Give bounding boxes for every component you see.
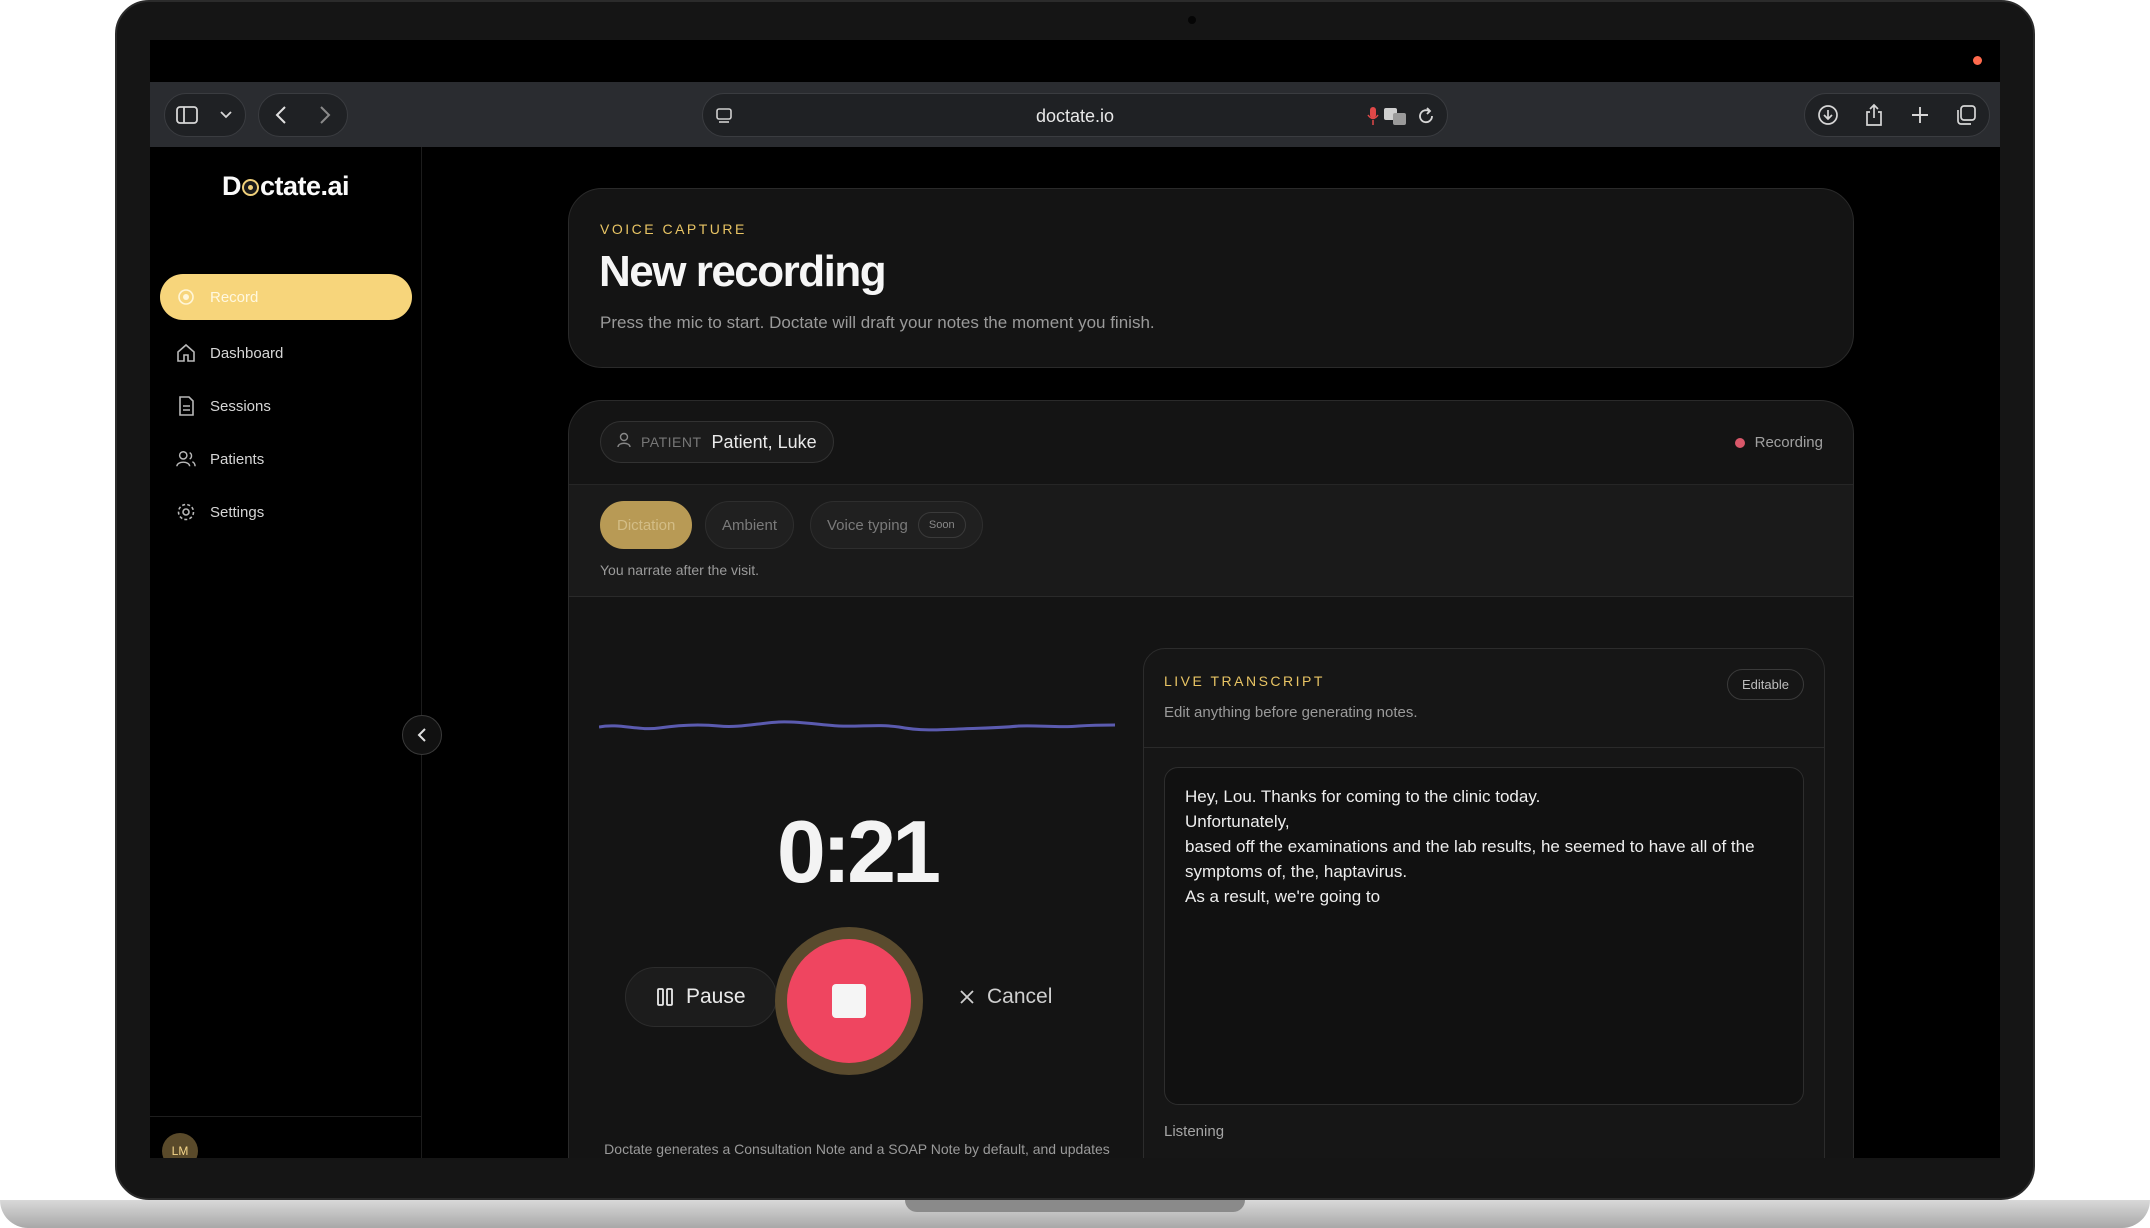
- status-label: Recording: [1754, 434, 1823, 451]
- mode-hint: You narrate after the visit.: [600, 562, 760, 578]
- sidebar-item-dashboard[interactable]: Dashboard: [160, 330, 412, 376]
- live-transcript-panel: LIVE TRANSCRIPT Edit anything before gen…: [1143, 648, 1825, 1158]
- sidebar-item-label: Settings: [210, 503, 265, 521]
- record-icon: [176, 287, 196, 307]
- sidebar-item-sessions[interactable]: Sessions: [160, 383, 412, 429]
- mode-dictation[interactable]: Dictation: [600, 501, 693, 549]
- cancel-button[interactable]: Cancel: [955, 967, 1056, 1027]
- back-icon[interactable]: [259, 93, 303, 137]
- transcript-line: symptoms of, the, haptavirus.: [1185, 862, 1408, 881]
- recorder-footnote: Doctate generates a Consultation Note an…: [604, 1141, 1110, 1157]
- patient-name: Patient, Luke: [711, 431, 817, 452]
- patient-selector[interactable]: PATIENT Patient, Luke: [600, 421, 834, 463]
- pause-label: Pause: [686, 985, 746, 1008]
- forward-icon[interactable]: [303, 93, 347, 137]
- mode-label: Ambient: [722, 516, 778, 534]
- recording-indicator-dot: [1973, 56, 1982, 65]
- logo-suffix: ctate.ai: [260, 171, 350, 201]
- divider: [1144, 747, 1824, 748]
- chevron-left-icon: [417, 728, 426, 742]
- sidebar-item-record[interactable]: Record: [160, 274, 412, 320]
- editable-badge: Editable: [1727, 669, 1804, 700]
- mode-label: Voice typing: [827, 516, 908, 534]
- stop-button[interactable]: [787, 939, 911, 1063]
- voice-capture-header: VOICE CAPTURE New recording Press the mi…: [568, 188, 1854, 368]
- mode-selector: Dictation Ambient Voice typing Soon You …: [569, 485, 1853, 597]
- avatar[interactable]: LM: [162, 1133, 198, 1158]
- logo-dot-icon: [242, 179, 259, 196]
- recorder-card: PATIENT Patient, Luke Recording Dictatio…: [568, 400, 1854, 1158]
- laptop-notch: [905, 1200, 1245, 1212]
- chevron-down-icon[interactable]: [209, 93, 243, 137]
- cancel-label: Cancel: [987, 985, 1053, 1008]
- menu-strip: [150, 40, 2000, 82]
- new-tab-icon[interactable]: [1898, 93, 1942, 137]
- transcript-status: Listening: [1164, 1123, 1225, 1140]
- screen: doctate.io D ctate.ai Record Dashboard S…: [150, 40, 2000, 1158]
- reload-icon[interactable]: [1417, 106, 1435, 131]
- sidebar-item-label: Record: [210, 288, 259, 306]
- sidebar-footer: LM: [150, 1116, 421, 1158]
- logo-prefix: D: [222, 171, 242, 201]
- sidebar-item-label: Dashboard: [210, 344, 284, 362]
- browser-toolbar: doctate.io: [150, 82, 2000, 147]
- user-icon: [617, 432, 631, 453]
- section-eyebrow: VOICE CAPTURE: [600, 221, 747, 237]
- app-logo[interactable]: Dctate.ai: [222, 171, 350, 202]
- mode-label: Dictation: [617, 516, 676, 534]
- download-icon[interactable]: [1806, 93, 1850, 137]
- stop-icon: [832, 984, 866, 1018]
- sidebar: Dctate.ai Record Dashboard Sessions Pati…: [150, 147, 422, 1158]
- transcript-subtitle: Edit anything before generating notes.: [1164, 704, 1418, 721]
- transcript-textarea[interactable]: Hey, Lou. Thanks for coming to the clini…: [1164, 767, 1804, 1105]
- pause-button[interactable]: Pause: [625, 967, 777, 1027]
- close-icon: [960, 990, 974, 1004]
- sidebar-item-label: Patients: [210, 450, 265, 468]
- tab-overview-icon[interactable]: [1944, 93, 1988, 137]
- sidebar-toggle-group: [164, 93, 246, 137]
- mode-voice-typing[interactable]: Voice typing Soon: [810, 501, 983, 549]
- transcript-line: As a result, we're going to: [1185, 887, 1381, 906]
- url-text: doctate.io: [1035, 106, 1115, 126]
- page-subtitle: Press the mic to start. Doctate will dra…: [600, 313, 1155, 332]
- sidebar-toggle-icon[interactable]: [165, 93, 209, 137]
- status-dot-icon: [1734, 437, 1745, 448]
- microphone-icon[interactable]: [1367, 106, 1379, 131]
- page-title: New recording: [599, 247, 887, 296]
- sidebar-item-label: Sessions: [210, 397, 271, 415]
- laptop-base: [0, 1200, 2150, 1228]
- recording-timer: 0:21: [776, 802, 941, 901]
- transcript-line: Unfortunately,: [1185, 812, 1290, 831]
- camera: [1188, 16, 1196, 24]
- gear-icon: [176, 502, 196, 522]
- audio-waveform: [599, 720, 1115, 732]
- soon-badge: Soon: [917, 512, 966, 538]
- home-icon: [176, 343, 196, 363]
- pause-icon: [657, 988, 673, 1006]
- sidebar-item-settings[interactable]: Settings: [160, 489, 412, 535]
- sidebar-item-patients[interactable]: Patients: [160, 436, 412, 482]
- transcript-line: based off the examinations and the lab r…: [1185, 837, 1755, 856]
- collapse-sidebar-button[interactable]: [402, 715, 442, 755]
- translate-icon[interactable]: [1383, 106, 1407, 131]
- history-nav-group: [258, 93, 348, 137]
- share-icon[interactable]: [1852, 93, 1896, 137]
- stop-button-ring: [775, 927, 923, 1075]
- users-icon: [176, 449, 196, 469]
- patient-label: PATIENT: [641, 434, 702, 450]
- transcript-title: LIVE TRANSCRIPT: [1164, 673, 1325, 689]
- address-bar[interactable]: doctate.io: [702, 93, 1448, 137]
- document-icon: [176, 396, 196, 416]
- patient-bar: PATIENT Patient, Luke Recording: [569, 401, 1853, 485]
- recording-status: Recording: [1734, 434, 1823, 451]
- mode-ambient[interactable]: Ambient: [705, 501, 795, 549]
- browser-actions-group: [1804, 93, 1990, 137]
- transcript-line: Hey, Lou. Thanks for coming to the clini…: [1185, 787, 1541, 806]
